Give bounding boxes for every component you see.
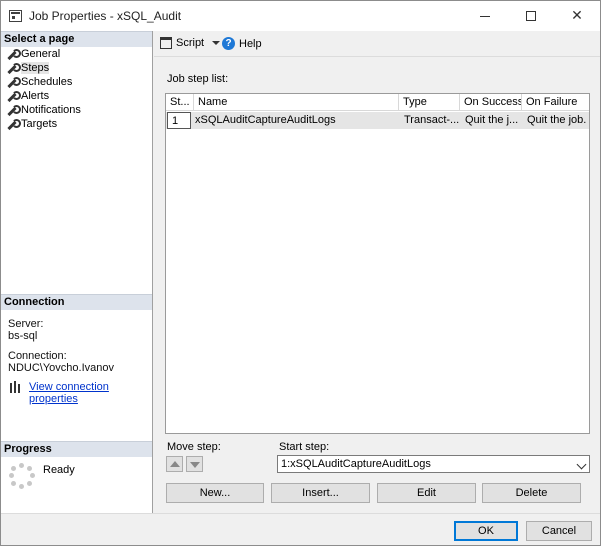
arrow-up-icon xyxy=(170,461,180,467)
column-header-on-success[interactable]: On Success xyxy=(460,94,522,111)
window-title: Job Properties - xSQL_Audit xyxy=(29,9,182,23)
script-label: Script xyxy=(176,37,205,49)
insert-button[interactable]: Insert... xyxy=(271,483,370,503)
maximize-icon xyxy=(526,11,536,21)
job-step-grid[interactable]: St... Name Type On Success On Failure 1 … xyxy=(165,93,590,434)
connection-properties-icon xyxy=(9,381,23,393)
column-header-step[interactable]: St... xyxy=(166,94,194,111)
nav-item-label: Alerts xyxy=(21,90,50,102)
title-bar: Job Properties - xSQL_Audit ✕ xyxy=(1,1,600,31)
cell-on-success: Quit the j... xyxy=(465,114,519,126)
dialog-footer: OK Cancel xyxy=(1,513,600,545)
wrench-icon xyxy=(6,104,21,116)
nav-item-steps[interactable]: Steps xyxy=(6,61,50,75)
start-step-label: Start step: xyxy=(279,441,330,453)
nav-item-notifications[interactable]: Notifications xyxy=(6,103,81,117)
close-button[interactable]: ✕ xyxy=(554,1,600,31)
cell-on-failure: Quit the job... xyxy=(527,114,587,126)
progress-status: Ready xyxy=(43,464,75,476)
nav-item-label: Targets xyxy=(21,118,58,130)
progress-spinner-icon xyxy=(9,463,35,489)
help-label: Help xyxy=(239,37,262,50)
nav-item-label: Steps xyxy=(21,62,50,74)
cancel-button[interactable]: Cancel xyxy=(526,521,592,541)
chevron-down-icon xyxy=(212,41,221,45)
column-header-name[interactable]: Name xyxy=(194,94,399,111)
help-icon: ? xyxy=(222,37,235,50)
start-step-value: 1:xSQLAuditCaptureAuditLogs xyxy=(281,458,431,470)
arrow-down-icon xyxy=(190,462,200,468)
script-icon xyxy=(160,37,172,49)
column-header-type[interactable]: Type xyxy=(399,94,460,111)
move-step-label: Move step: xyxy=(167,441,221,453)
connection-label: Connection: xyxy=(8,350,67,362)
view-connection-properties-link[interactable]: View connection properties xyxy=(29,381,152,405)
nav-item-label: Schedules xyxy=(21,76,73,88)
wrench-icon xyxy=(6,118,21,130)
nav-item-label: General xyxy=(21,48,61,60)
server-label: Server: xyxy=(8,318,44,330)
nav-item-schedules[interactable]: Schedules xyxy=(6,75,72,89)
job-step-list-label: Job step list: xyxy=(167,73,229,85)
script-button[interactable]: Script xyxy=(160,37,221,49)
select-page-header: Select a page xyxy=(1,31,152,47)
column-header-on-failure[interactable]: On Failure xyxy=(522,94,589,111)
delete-button[interactable]: Delete xyxy=(482,483,581,503)
window-icon xyxy=(9,10,22,22)
edit-button[interactable]: Edit xyxy=(377,483,476,503)
help-button[interactable]: ? Help xyxy=(222,37,262,50)
chevron-down-icon xyxy=(576,459,587,470)
minimize-icon xyxy=(480,15,490,17)
minimize-button[interactable] xyxy=(462,1,508,31)
server-value: bs-sql xyxy=(8,330,38,342)
cell-name: xSQLAuditCaptureAuditLogs xyxy=(195,114,336,126)
start-step-select[interactable]: 1:xSQLAuditCaptureAuditLogs xyxy=(277,455,590,473)
nav-item-general[interactable]: General xyxy=(6,47,60,61)
nav-item-alerts[interactable]: Alerts xyxy=(6,89,49,103)
main-area: Script ? Help Job step list: St... Name … xyxy=(154,31,600,513)
grid-header: St... Name Type On Success On Failure xyxy=(166,94,589,111)
move-step-down-button[interactable] xyxy=(186,456,203,472)
table-row[interactable]: 1 xSQLAuditCaptureAuditLogs Transact-...… xyxy=(166,112,589,129)
left-panel: Select a page General Steps Schedules Al… xyxy=(1,31,153,513)
cell-type: Transact-... xyxy=(404,114,459,126)
wrench-icon xyxy=(6,90,21,102)
new-button[interactable]: New... xyxy=(166,483,264,503)
connection-header: Connection xyxy=(1,294,152,310)
cell-step: 1 xyxy=(167,112,191,129)
progress-header: Progress xyxy=(1,441,152,457)
close-icon: ✕ xyxy=(571,8,583,24)
wrench-icon xyxy=(6,48,21,60)
job-properties-window: Job Properties - xSQL_Audit ✕ Select a p… xyxy=(0,0,601,546)
ok-button[interactable]: OK xyxy=(454,521,518,541)
nav-item-targets[interactable]: Targets xyxy=(6,117,57,131)
maximize-button[interactable] xyxy=(508,1,554,31)
connection-value: NDUC\Yovcho.Ivanov xyxy=(8,362,114,374)
wrench-icon xyxy=(6,62,21,74)
nav-item-label: Notifications xyxy=(21,104,81,116)
move-step-up-button[interactable] xyxy=(166,456,183,472)
wrench-icon xyxy=(6,76,21,88)
toolbar: Script ? Help xyxy=(154,31,600,57)
